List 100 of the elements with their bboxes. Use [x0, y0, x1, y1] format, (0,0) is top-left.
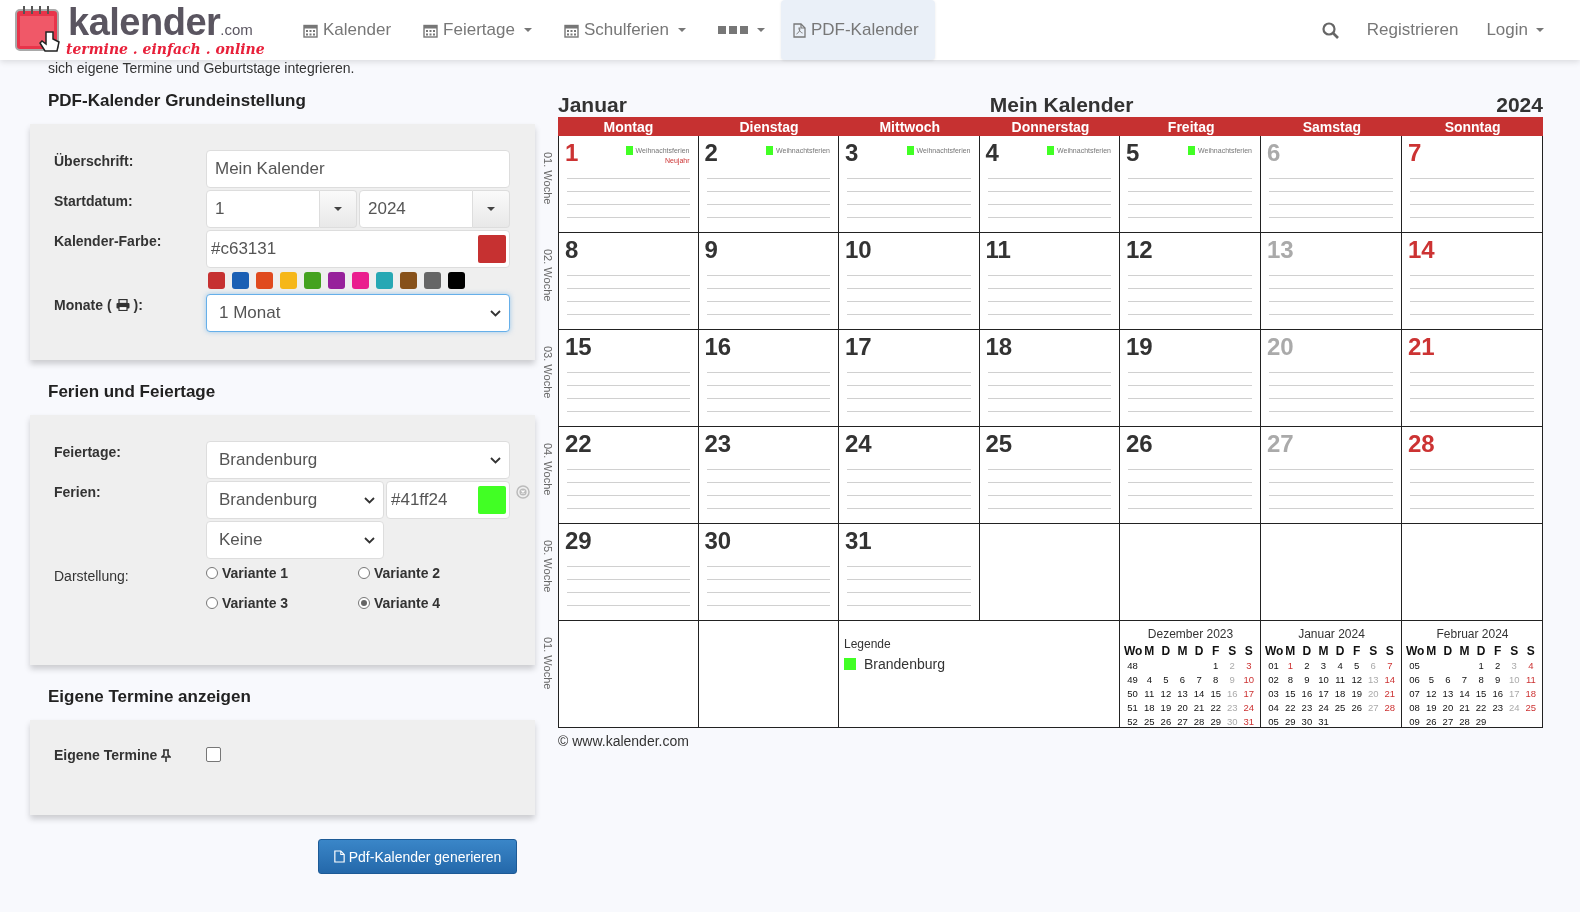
mini-week-number: 09 [1408, 715, 1421, 729]
mini-day: 14 [1190, 687, 1208, 701]
weekday-label: Freitag [1166, 118, 1216, 135]
radio-label[interactable]: Variante 1 [222, 565, 289, 581]
calendar-title: Mein Kalender [989, 93, 1134, 117]
radio-button[interactable] [206, 597, 218, 609]
day-number: 27 [1267, 431, 1294, 457]
week-label: 04. Woche [542, 443, 554, 496]
mini-day: 9 [1298, 673, 1316, 687]
mini-week-number: 07 [1408, 687, 1421, 701]
text-field[interactable]: Mein Kalender [206, 150, 510, 188]
day-number: 8 [565, 237, 579, 263]
color-swatch[interactable] [478, 486, 506, 514]
month-field[interactable]: 1 [206, 190, 320, 228]
color-field[interactable]: #c63131 [206, 230, 510, 268]
mini-day: 4 [1522, 659, 1540, 673]
mini-calendar-title: Februar 2024 [1436, 627, 1509, 641]
day-number: 20 [1267, 334, 1294, 360]
header-link[interactable]: Login [1472, 14, 1558, 46]
nav-item[interactable]: Feiertage [407, 0, 548, 60]
radio-button[interactable] [358, 567, 370, 579]
mini-day: 7 [1190, 673, 1208, 687]
dropdown-button[interactable] [320, 190, 357, 228]
radio-button[interactable] [358, 597, 370, 609]
mini-day: 20 [1439, 701, 1457, 715]
mini-weekday: D [1160, 644, 1172, 659]
color-value: #c63131 [211, 239, 277, 259]
dropdown-button[interactable] [473, 190, 510, 228]
color-option[interactable] [352, 272, 369, 289]
color-option[interactable] [280, 272, 297, 289]
field-label: Ferien: [54, 483, 102, 502]
mini-day: 25 [1522, 701, 1540, 715]
pdf-file-icon [333, 850, 345, 863]
day-number: 16 [704, 334, 732, 360]
mini-weekday: S [1227, 644, 1238, 659]
nav-item[interactable]: PDF-Kalender [780, 0, 935, 60]
mini-weekday: F [1352, 644, 1362, 659]
day-number: 21 [1408, 334, 1435, 360]
nav-item[interactable]: Kalender [287, 0, 408, 60]
color-option[interactable] [304, 272, 321, 289]
logo-wordmark[interactable]: kalender [68, 2, 221, 42]
mini-day: 10 [1240, 673, 1258, 687]
weekday-label: Samstag [1301, 118, 1363, 135]
checkbox[interactable] [206, 747, 221, 762]
mini-day: 28 [1381, 701, 1399, 715]
select-field[interactable]: Brandenburg [206, 441, 510, 479]
generate-button[interactable]: Pdf-Kalender generieren [318, 839, 517, 874]
select-field[interactable]: Brandenburg [206, 481, 384, 519]
color-option[interactable] [376, 272, 393, 289]
color-field[interactable]: #41ff24 [386, 481, 510, 519]
mini-week-number: 06 [1408, 673, 1421, 687]
mini-day: 17 [1240, 687, 1258, 701]
header-link[interactable]: Registrieren [1352, 14, 1473, 46]
radio-button[interactable] [206, 567, 218, 579]
mini-day: 25 [1141, 715, 1158, 729]
vacation-marker [1188, 146, 1196, 155]
clear-icon[interactable] [516, 485, 530, 499]
day-number: 1 [565, 140, 579, 166]
mini-day: 6 [1364, 659, 1382, 673]
select-field[interactable]: 1 Monat [206, 294, 510, 332]
mini-day: 2 [1489, 659, 1506, 673]
weekday-label: Sonntag [1443, 118, 1502, 135]
mini-weekday: D [1475, 644, 1487, 659]
select-field[interactable]: Keine [206, 521, 384, 559]
weekday-label: Montag [602, 118, 655, 135]
day-number: 10 [845, 237, 872, 263]
color-option[interactable] [256, 272, 273, 289]
color-option[interactable] [232, 272, 249, 289]
nav-item[interactable]: Schulferien [547, 0, 702, 60]
mini-day: 11 [1331, 673, 1349, 687]
mini-day: 2 [1223, 659, 1241, 673]
day-number: 2 [704, 140, 718, 166]
color-option[interactable] [208, 272, 225, 289]
mini-day: 20 [1174, 701, 1191, 715]
mini-day: 16 [1489, 687, 1506, 701]
day-number: 18 [985, 334, 1013, 360]
mini-day: 11 [1141, 687, 1158, 701]
mini-week-number: 03 [1267, 687, 1280, 701]
color-option[interactable] [424, 272, 441, 289]
color-swatch[interactable] [478, 235, 506, 263]
color-option[interactable] [448, 272, 465, 289]
field-label: Startdatum: [54, 192, 134, 211]
radio-label[interactable]: Variante 2 [374, 565, 441, 581]
mini-day: 24 [1240, 701, 1258, 715]
color-option[interactable] [328, 272, 345, 289]
day-number: 5 [1126, 140, 1140, 166]
mini-day: 10 [1505, 673, 1523, 687]
calendar-icon [563, 22, 579, 38]
mini-day: 7 [1456, 673, 1473, 687]
logo-slogan: termine . einfach . online [66, 42, 265, 56]
radio-label[interactable]: Variante 3 [222, 595, 289, 611]
year-field[interactable]: 2024 [359, 190, 473, 228]
radio-label[interactable]: Variante 4 [374, 595, 441, 611]
mini-day: 26 [1157, 715, 1175, 729]
mini-weekday: F [1493, 644, 1503, 659]
mini-day: 19 [1157, 701, 1175, 715]
week-label: 03. Woche [542, 346, 554, 399]
color-option[interactable] [400, 272, 417, 289]
mini-day: 28 [1190, 715, 1208, 729]
mini-day: 22 [1282, 701, 1299, 715]
